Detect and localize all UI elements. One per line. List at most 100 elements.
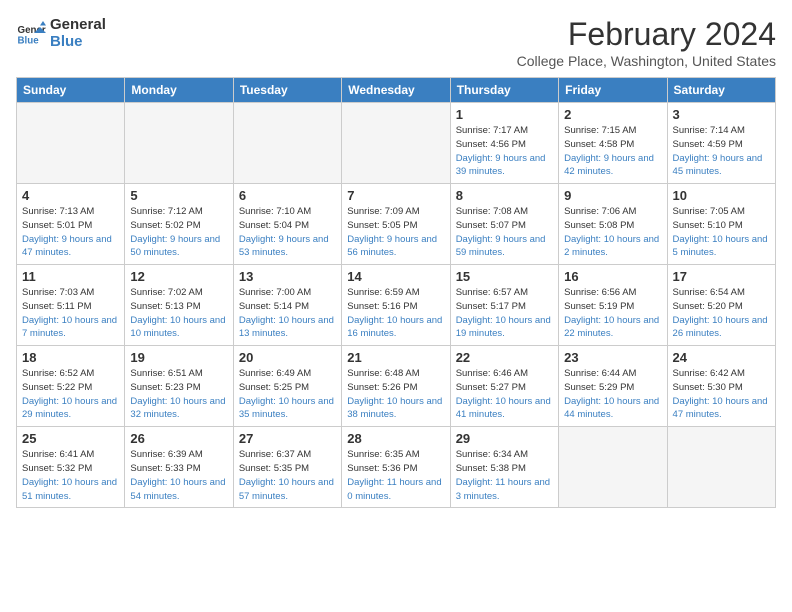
calendar-week-4: 25 Sunrise: 6:41 AMSunset: 5:32 PMDayligh… bbox=[17, 427, 776, 508]
day-info: Sunrise: 6:39 AMSunset: 5:33 PMDaylight:… bbox=[130, 448, 227, 503]
day-number: 13 bbox=[239, 269, 336, 284]
calendar-cell: 24 Sunrise: 6:42 AMSunset: 5:30 PMDayligh… bbox=[667, 346, 775, 427]
day-info: Sunrise: 6:35 AMSunset: 5:36 PMDaylight:… bbox=[347, 448, 444, 503]
calendar-cell: 2 Sunrise: 7:15 AMSunset: 4:58 PMDaylight… bbox=[559, 103, 667, 184]
header-friday: Friday bbox=[559, 78, 667, 103]
day-info: Sunrise: 6:54 AMSunset: 5:20 PMDaylight:… bbox=[673, 286, 770, 341]
calendar-cell bbox=[342, 103, 450, 184]
calendar-cell: 14 Sunrise: 6:59 AMSunset: 5:16 PMDayligh… bbox=[342, 265, 450, 346]
day-info: Sunrise: 6:59 AMSunset: 5:16 PMDaylight:… bbox=[347, 286, 444, 341]
calendar-cell bbox=[233, 103, 341, 184]
calendar-cell: 10 Sunrise: 7:05 AMSunset: 5:10 PMDayligh… bbox=[667, 184, 775, 265]
day-number: 12 bbox=[130, 269, 227, 284]
calendar-week-1: 4Sunrise: 7:13 AMSunset: 5:01 PMDaylight… bbox=[17, 184, 776, 265]
calendar-cell: 28Sunrise: 6:35 AMSunset: 5:36 PMDayligh… bbox=[342, 427, 450, 508]
day-info: Sunrise: 6:48 AMSunset: 5:26 PMDaylight:… bbox=[347, 367, 444, 422]
calendar-cell: 6 Sunrise: 7:10 AMSunset: 5:04 PMDaylight… bbox=[233, 184, 341, 265]
day-info: Sunrise: 7:14 AMSunset: 4:59 PMDaylight:… bbox=[673, 124, 770, 179]
day-info: Sunrise: 7:17 AMSunset: 4:56 PMDaylight:… bbox=[456, 124, 553, 179]
logo-line2: Blue bbox=[50, 33, 106, 50]
calendar-cell: 4Sunrise: 7:13 AMSunset: 5:01 PMDaylight… bbox=[17, 184, 125, 265]
day-info: Sunrise: 7:00 AMSunset: 5:14 PMDaylight:… bbox=[239, 286, 336, 341]
day-number: 24 bbox=[673, 350, 770, 365]
day-number: 1 bbox=[456, 107, 553, 122]
day-number: 20 bbox=[239, 350, 336, 365]
calendar-body: 1 Sunrise: 7:17 AMSunset: 4:56 PMDaylight… bbox=[17, 103, 776, 508]
calendar-cell: 19Sunrise: 6:51 AMSunset: 5:23 PMDayligh… bbox=[125, 346, 233, 427]
day-number: 23 bbox=[564, 350, 661, 365]
day-info: Sunrise: 7:09 AMSunset: 5:05 PMDaylight:… bbox=[347, 205, 444, 260]
day-info: Sunrise: 7:02 AMSunset: 5:13 PMDaylight:… bbox=[130, 286, 227, 341]
day-number: 21 bbox=[347, 350, 444, 365]
day-info: Sunrise: 6:46 AMSunset: 5:27 PMDaylight:… bbox=[456, 367, 553, 422]
day-number: 15 bbox=[456, 269, 553, 284]
calendar-cell: 16 Sunrise: 6:56 AMSunset: 5:19 PMDayligh… bbox=[559, 265, 667, 346]
calendar-cell: 15 Sunrise: 6:57 AMSunset: 5:17 PMDayligh… bbox=[450, 265, 558, 346]
day-info: Sunrise: 7:06 AMSunset: 5:08 PMDaylight:… bbox=[564, 205, 661, 260]
day-info: Sunrise: 7:12 AMSunset: 5:02 PMDaylight:… bbox=[130, 205, 227, 260]
day-info: Sunrise: 7:08 AMSunset: 5:07 PMDaylight:… bbox=[456, 205, 553, 260]
day-info: Sunrise: 7:03 AMSunset: 5:11 PMDaylight:… bbox=[22, 286, 119, 341]
day-number: 29 bbox=[456, 431, 553, 446]
day-number: 9 bbox=[564, 188, 661, 203]
calendar-cell: 9 Sunrise: 7:06 AMSunset: 5:08 PMDaylight… bbox=[559, 184, 667, 265]
calendar-cell bbox=[559, 427, 667, 508]
calendar-cell: 5Sunrise: 7:12 AMSunset: 5:02 PMDaylight… bbox=[125, 184, 233, 265]
header-wednesday: Wednesday bbox=[342, 78, 450, 103]
calendar-cell: 17Sunrise: 6:54 AMSunset: 5:20 PMDayligh… bbox=[667, 265, 775, 346]
day-info: Sunrise: 6:37 AMSunset: 5:35 PMDaylight:… bbox=[239, 448, 336, 503]
calendar-cell bbox=[125, 103, 233, 184]
location: College Place, Washington, United States bbox=[517, 53, 776, 69]
calendar-cell: 20Sunrise: 6:49 AMSunset: 5:25 PMDayligh… bbox=[233, 346, 341, 427]
calendar-header-row: SundayMondayTuesdayWednesdayThursdayFrid… bbox=[17, 78, 776, 103]
page-header: General Blue General Blue February 2024 … bbox=[16, 16, 776, 69]
day-number: 26 bbox=[130, 431, 227, 446]
day-info: Sunrise: 6:44 AMSunset: 5:29 PMDaylight:… bbox=[564, 367, 661, 422]
calendar-cell: 8 Sunrise: 7:08 AMSunset: 5:07 PMDaylight… bbox=[450, 184, 558, 265]
calendar-cell: 7Sunrise: 7:09 AMSunset: 5:05 PMDaylight… bbox=[342, 184, 450, 265]
calendar-cell: 11Sunrise: 7:03 AMSunset: 5:11 PMDayligh… bbox=[17, 265, 125, 346]
calendar-cell: 27Sunrise: 6:37 AMSunset: 5:35 PMDayligh… bbox=[233, 427, 341, 508]
day-info: Sunrise: 6:41 AMSunset: 5:32 PMDaylight:… bbox=[22, 448, 119, 503]
header-monday: Monday bbox=[125, 78, 233, 103]
calendar-cell: 12 Sunrise: 7:02 AMSunset: 5:13 PMDayligh… bbox=[125, 265, 233, 346]
day-number: 16 bbox=[564, 269, 661, 284]
calendar-cell: 22Sunrise: 6:46 AMSunset: 5:27 PMDayligh… bbox=[450, 346, 558, 427]
day-number: 14 bbox=[347, 269, 444, 284]
day-info: Sunrise: 6:52 AMSunset: 5:22 PMDaylight:… bbox=[22, 367, 119, 422]
calendar-cell: 1 Sunrise: 7:17 AMSunset: 4:56 PMDaylight… bbox=[450, 103, 558, 184]
calendar-week-3: 18 Sunrise: 6:52 AMSunset: 5:22 PMDayligh… bbox=[17, 346, 776, 427]
header-thursday: Thursday bbox=[450, 78, 558, 103]
month-title: February 2024 bbox=[517, 16, 776, 53]
day-number: 8 bbox=[456, 188, 553, 203]
calendar-table: SundayMondayTuesdayWednesdayThursdayFrid… bbox=[16, 77, 776, 508]
calendar-cell: 25 Sunrise: 6:41 AMSunset: 5:32 PMDayligh… bbox=[17, 427, 125, 508]
day-info: Sunrise: 7:15 AMSunset: 4:58 PMDaylight:… bbox=[564, 124, 661, 179]
day-info: Sunrise: 7:05 AMSunset: 5:10 PMDaylight:… bbox=[673, 205, 770, 260]
day-number: 2 bbox=[564, 107, 661, 122]
day-info: Sunrise: 6:56 AMSunset: 5:19 PMDaylight:… bbox=[564, 286, 661, 341]
header-tuesday: Tuesday bbox=[233, 78, 341, 103]
day-number: 18 bbox=[22, 350, 119, 365]
day-number: 10 bbox=[673, 188, 770, 203]
calendar-week-2: 11Sunrise: 7:03 AMSunset: 5:11 PMDayligh… bbox=[17, 265, 776, 346]
day-info: Sunrise: 7:10 AMSunset: 5:04 PMDaylight:… bbox=[239, 205, 336, 260]
day-number: 25 bbox=[22, 431, 119, 446]
calendar-cell: 13 Sunrise: 7:00 AMSunset: 5:14 PMDayligh… bbox=[233, 265, 341, 346]
calendar-cell: 29 Sunrise: 6:34 AMSunset: 5:38 PMDayligh… bbox=[450, 427, 558, 508]
calendar-cell: 26 Sunrise: 6:39 AMSunset: 5:33 PMDayligh… bbox=[125, 427, 233, 508]
calendar-cell: 21 Sunrise: 6:48 AMSunset: 5:26 PMDayligh… bbox=[342, 346, 450, 427]
logo-line1: General bbox=[50, 16, 106, 33]
calendar-week-0: 1 Sunrise: 7:17 AMSunset: 4:56 PMDaylight… bbox=[17, 103, 776, 184]
calendar-cell: 3Sunrise: 7:14 AMSunset: 4:59 PMDaylight… bbox=[667, 103, 775, 184]
header-sunday: Sunday bbox=[17, 78, 125, 103]
day-info: Sunrise: 6:57 AMSunset: 5:17 PMDaylight:… bbox=[456, 286, 553, 341]
logo: General Blue General Blue bbox=[16, 16, 106, 51]
svg-text:Blue: Blue bbox=[18, 36, 40, 47]
calendar-cell bbox=[17, 103, 125, 184]
day-info: Sunrise: 6:34 AMSunset: 5:38 PMDaylight:… bbox=[456, 448, 553, 503]
day-number: 6 bbox=[239, 188, 336, 203]
calendar-cell: 23 Sunrise: 6:44 AMSunset: 5:29 PMDayligh… bbox=[559, 346, 667, 427]
day-info: Sunrise: 6:42 AMSunset: 5:30 PMDaylight:… bbox=[673, 367, 770, 422]
day-number: 19 bbox=[130, 350, 227, 365]
